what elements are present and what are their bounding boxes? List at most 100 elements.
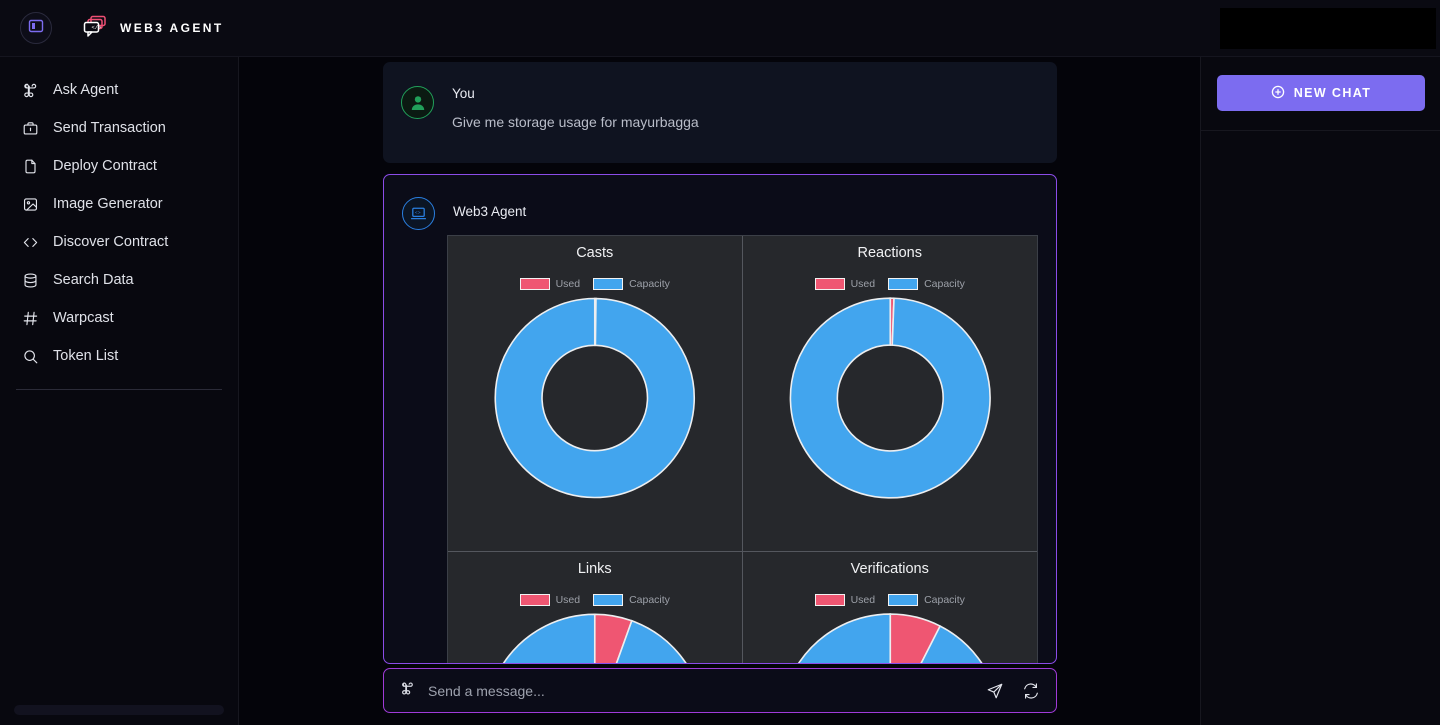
header-widget-placeholder [1220,8,1436,49]
sidebar-item-label: Image Generator [53,196,163,212]
user-message: You Give me storage usage for mayurbagga [383,62,1057,163]
sidebar-item-label: Token List [53,348,119,364]
sidebar-item-token-list[interactable]: Token List [0,337,238,375]
sidebar: Ask Agent Send Transaction Deploy Contract… [0,57,239,725]
legend-swatch [814,594,845,606]
sidebar-divider [16,389,222,390]
user-message-body: You Give me storage usage for mayurbagga [452,86,699,163]
hash-icon [22,310,39,327]
user-name: You [452,86,475,101]
sidebar-item-label: Ask Agent [53,82,119,98]
legend-label: Used [555,594,581,606]
image-icon [22,196,39,213]
chart-canvas [448,612,742,663]
chat-area: You Give me storage usage for mayurbagga… [239,57,1200,725]
legend-swatch [593,594,624,606]
sidebar-horizontal-scrollbar[interactable] [14,705,224,715]
chart-title: Verifications [850,561,929,577]
app-root: </> WEB3 AGENT Ask Agent Send Transaction… [0,0,1440,725]
legend-item: Capacity [593,278,670,290]
panel-toggle-icon [28,18,44,39]
legend-item: Capacity [593,594,670,606]
legend-item: Capacity [888,278,965,290]
chart-canvas [743,612,1038,663]
chart-title: Links [577,561,612,577]
sidebar-item-image-generator[interactable]: Image Generator [0,185,238,223]
legend-swatch [593,278,624,290]
sidebar-item-label: Send Transaction [53,120,166,136]
legend-label: Capacity [924,278,965,290]
sidebar-item-search-data[interactable]: Search Data [0,261,238,299]
legend-swatch [888,278,919,290]
chart-title: Reactions [857,245,922,261]
sidebar-item-label: Deploy Contract [53,158,157,174]
file-icon [22,158,39,175]
sidebar-item-discover-contract[interactable]: Discover Contract [0,223,238,261]
legend-swatch [888,594,919,606]
send-icon[interactable] [986,682,1004,700]
right-panel: NEW CHAT [1200,57,1440,725]
legend-swatch [519,594,550,606]
legend-item: Capacity [888,594,965,606]
chart-cell-casts: Casts Used Capacity [448,236,743,552]
chart-legend: Used Capacity [448,594,742,606]
legend-item: Used [519,594,581,606]
sidebar-item-deploy-contract[interactable]: Deploy Contract [0,147,238,185]
sidebar-toggle-button[interactable] [20,12,52,44]
chart-legend: Used Capacity [448,278,742,290]
legend-swatch [814,278,845,290]
legend-label: Used [555,278,581,290]
storage-usage-chart-grid: Casts Used Capacity Reactions Used Capacity Li… [447,235,1038,663]
legend-label: Capacity [629,278,670,290]
new-chat-label: NEW CHAT [1293,86,1372,100]
message-input-bar[interactable] [383,668,1057,713]
legend-label: Used [850,278,876,290]
legend-item: Used [814,278,876,290]
brand[interactable]: </> WEB3 AGENT [82,14,224,43]
sidebar-item-label: Search Data [53,272,134,288]
chart-canvas [743,296,1038,499]
agent-laptop-icon: <> [402,197,435,230]
command-icon [400,681,415,701]
database-icon [22,272,39,289]
svg-text:</>: </> [92,24,102,31]
legend-swatch [519,278,550,290]
sidebar-item-label: Warpcast [53,310,114,326]
brand-title: WEB3 AGENT [120,21,224,35]
agent-message: <> Web3 Agent Casts Used Capacity Reactions… [383,174,1057,664]
chart-cell-verifications: Verifications Used Capacity [743,552,1038,663]
sidebar-item-label: Discover Contract [53,234,169,250]
search-icon [22,348,39,365]
right-panel-divider [1201,130,1440,131]
legend-label: Capacity [629,594,670,606]
refresh-icon[interactable] [1022,682,1040,700]
agent-name: Web3 Agent [453,204,527,219]
sidebar-nav: Ask Agent Send Transaction Deploy Contract… [0,57,238,375]
chart-cell-reactions: Reactions Used Capacity [742,236,1038,552]
web3-logo-icon: </> [82,14,108,43]
message-input[interactable] [428,682,986,699]
plus-circle-icon [1271,85,1285,102]
chart-legend: Used Capacity [743,278,1038,290]
user-message-text: Give me storage usage for mayurbagga [452,114,699,130]
command-icon [22,82,39,99]
user-avatar-icon [401,86,434,119]
legend-item: Used [519,278,581,290]
code-icon [22,234,39,251]
agent-message-header: <> Web3 Agent [402,197,1056,230]
briefcase-icon [22,120,39,137]
chart-title: Casts [576,245,614,261]
new-chat-button[interactable]: NEW CHAT [1217,75,1425,111]
chart-canvas [448,296,742,499]
sidebar-item-ask-agent[interactable]: Ask Agent [0,71,238,109]
input-actions [986,682,1040,700]
chart-legend: Used Capacity [743,594,1038,606]
sidebar-item-send-transaction[interactable]: Send Transaction [0,109,238,147]
legend-label: Used [850,594,876,606]
chart-cell-links: Links Used Capacity [448,552,743,663]
top-bar: </> WEB3 AGENT [0,0,1440,57]
svg-text:<>: <> [415,210,421,216]
sidebar-item-warpcast[interactable]: Warpcast [0,299,238,337]
legend-item: Used [814,594,876,606]
legend-label: Capacity [924,594,965,606]
